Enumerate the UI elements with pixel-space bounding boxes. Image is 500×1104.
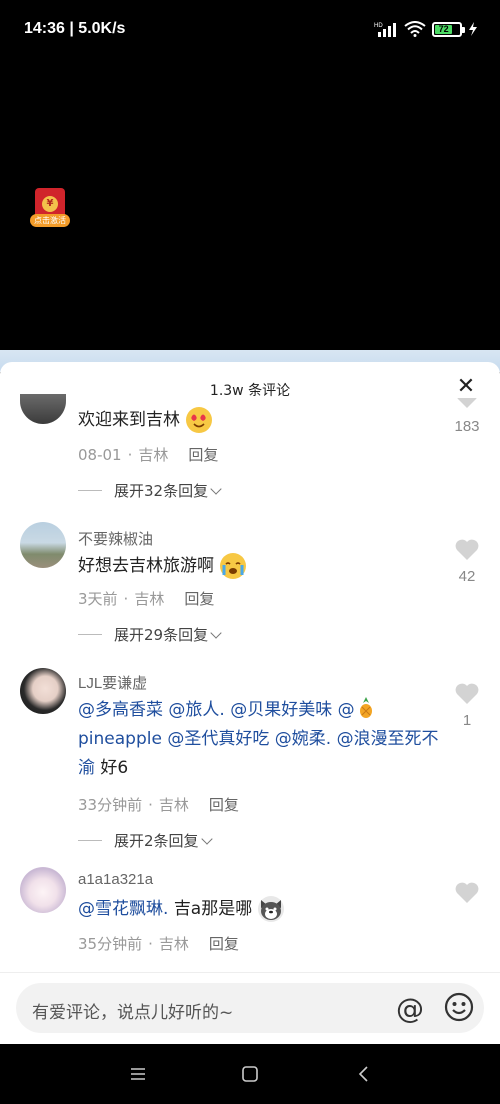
comment-input[interactable]: 有爱评论，说点儿好听的~ @ xyxy=(16,983,484,1033)
home-icon[interactable] xyxy=(240,1064,260,1084)
comment-meta: 35分钟前 · 吉林 回复 xyxy=(78,935,239,953)
signal-icon: HD xyxy=(374,23,396,37)
reply-button[interactable]: 回复 xyxy=(209,796,239,814)
comment-meta: 3天前 · 吉林 回复 xyxy=(78,590,215,608)
like-button[interactable]: 183 xyxy=(452,398,482,435)
mention-link[interactable]: @圣代真好吃 xyxy=(167,729,269,749)
like-count: 42 xyxy=(458,568,476,585)
mention-link[interactable]: @多高香菜 xyxy=(78,700,163,720)
reply-button[interactable]: 回复 xyxy=(209,935,239,953)
avatar[interactable] xyxy=(20,378,66,424)
mention-link[interactable]: pineapple xyxy=(78,729,162,749)
chevron-down-icon xyxy=(210,626,222,639)
husky-emoji-icon xyxy=(258,896,285,922)
avatar[interactable] xyxy=(20,522,66,568)
heart-eyes-emoji-icon xyxy=(186,407,212,433)
system-nav-bar xyxy=(0,1044,500,1104)
expand-replies-button[interactable]: 展开2条回复 xyxy=(78,830,213,851)
mention-link[interactable]: @ xyxy=(338,697,375,720)
status-time: 14:36 | 5.0K/s xyxy=(24,20,126,37)
comment-author[interactable]: LJL要谦虚 xyxy=(78,672,147,693)
status-bar: 14:36 | 5.0K/s HD 72 xyxy=(0,0,500,48)
like-button[interactable] xyxy=(452,881,482,905)
expand-replies-button[interactable]: 展开29条回复 xyxy=(78,624,222,645)
battery-level: 72 xyxy=(435,24,453,34)
pineapple-icon xyxy=(359,697,372,718)
input-placeholder: 有爱评论，说点儿好听的~ xyxy=(32,1003,234,1023)
comment-text: 欢迎来到吉林 xyxy=(78,406,448,435)
comment-sheet: 1.3w 条评论 ✕ 欢迎来到吉林 08-01 · 吉林 回复 展开32条回复 183… xyxy=(0,362,500,1044)
close-button[interactable]: ✕ xyxy=(454,376,478,400)
like-count: 183 xyxy=(454,418,480,435)
comment-text: @多高香菜 @旅人. @贝果好美味 @ pineapple @圣代真好吃 @婉柔… xyxy=(78,696,448,783)
like-count: 1 xyxy=(462,712,472,729)
expand-replies-button[interactable]: 展开32条回复 xyxy=(78,480,222,501)
mention-link[interactable]: @贝果好美味 xyxy=(230,700,332,720)
svg-text:HD: HD xyxy=(374,23,383,29)
coin-icon: ¥ xyxy=(42,196,58,212)
comment-text: 好想去吉林旅游啊 xyxy=(78,552,448,581)
heart-icon xyxy=(455,539,479,560)
wifi-icon xyxy=(404,21,426,37)
mention-link[interactable]: @婉柔. xyxy=(275,729,331,749)
avatar[interactable] xyxy=(20,668,66,714)
heart-icon xyxy=(455,882,479,903)
heart-icon xyxy=(457,398,477,408)
comment-meta: 08-01 · 吉林 回复 xyxy=(78,446,219,464)
comment-count-title: 1.3w 条评论 xyxy=(209,383,291,399)
back-icon[interactable] xyxy=(354,1064,374,1084)
reply-button[interactable]: 回复 xyxy=(184,590,214,608)
heart-icon xyxy=(455,683,479,704)
charging-icon xyxy=(469,22,477,36)
video-player[interactable]: ¥ 点击激活 xyxy=(0,48,500,350)
comment-meta: 33分钟前 · 吉林 回复 xyxy=(78,796,239,814)
crying-face-emoji-icon xyxy=(220,553,246,579)
red-packet-button[interactable]: ¥ 点击激活 xyxy=(30,188,70,228)
comment-input-bar: 有爱评论，说点儿好听的~ @ xyxy=(0,972,500,1044)
battery-icon: 72 xyxy=(432,21,465,37)
comment-text: @雪花飘琳. 吉a那是哪 xyxy=(78,895,448,924)
reply-button[interactable]: 回复 xyxy=(188,446,218,464)
status-icons: HD 72 xyxy=(374,21,478,37)
mention-link[interactable]: @旅人. xyxy=(168,700,224,720)
like-button[interactable]: 1 xyxy=(452,682,482,729)
mention-link[interactable]: @雪花飘琳. xyxy=(78,899,168,919)
comment-author[interactable]: 不要辣椒油 xyxy=(78,528,153,549)
menu-icon[interactable] xyxy=(128,1064,148,1084)
chevron-down-icon xyxy=(200,832,213,845)
chevron-down-icon xyxy=(210,482,222,495)
comment-author[interactable]: a1a1a321a xyxy=(78,871,153,888)
emoji-picker-icon[interactable] xyxy=(444,992,474,1022)
like-button[interactable]: 42 xyxy=(452,538,482,585)
red-packet-label: 点击激活 xyxy=(30,214,70,227)
at-mention-icon[interactable]: @ xyxy=(396,992,424,1025)
avatar[interactable] xyxy=(20,867,66,913)
